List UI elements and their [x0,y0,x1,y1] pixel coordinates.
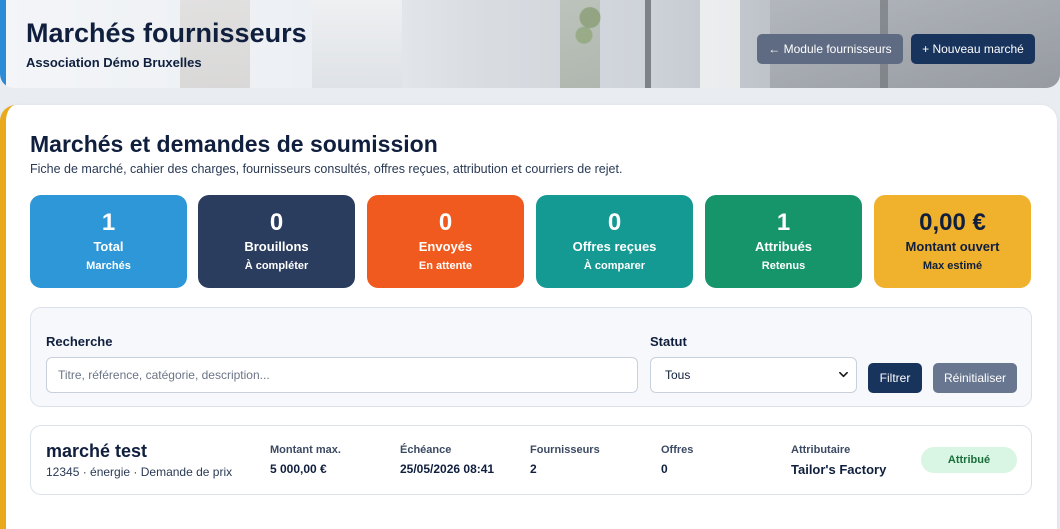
column-value: 2 [530,462,537,476]
market-name[interactable]: marché test [46,441,147,462]
markets-panel: Marchés et demandes de soumission Fiche … [0,105,1057,529]
page-title: Marchés fournisseurs [26,18,307,48]
status-badge: Attribué [921,447,1017,473]
stat-label: Attribués [754,239,813,254]
market-column-awardee: Attributaire Tailor's Factory [791,444,886,477]
stat-card-awarded: 1 Attribués Retenus [705,195,862,288]
stat-value: 0 [607,209,622,236]
filter-button[interactable]: Filtrer [868,363,922,393]
column-value: 5 000,00 € [270,462,327,476]
stat-label: Brouillons [244,239,309,254]
organization-name: Association Démo Bruxelles [26,55,202,70]
search-input[interactable] [46,357,638,393]
stat-value: 1 [101,209,116,236]
stat-label: Envoyés [418,239,473,254]
page-header: Marchés fournisseurs Association Démo Br… [0,0,1060,88]
stat-value: 0,00 € [919,209,986,236]
column-value: 25/05/2026 08:41 [400,462,495,476]
stat-label: Montant ouvert [905,239,1000,254]
column-header: Fournisseurs [530,444,600,456]
column-value: 0 [661,462,668,476]
stat-sublabel: Retenus [761,260,806,272]
stat-card-open-amount: 0,00 € Montant ouvert Max estimé [874,195,1031,288]
chevron-down-icon [839,371,848,378]
header-photo-backdrop [645,0,651,88]
filter-panel: Recherche Statut Tous Filtrer Réinitiali… [30,307,1032,407]
stat-sublabel: À compléter [244,260,309,272]
header-photo-backdrop [312,0,402,88]
header-photo-backdrop [575,0,605,88]
market-column-deadline: Échéance 25/05/2026 08:41 [400,444,494,476]
column-header: Échéance [400,444,452,456]
column-value: Tailor's Factory [791,462,887,477]
stat-card-offers-received: 0 Offres reçues À comparer [536,195,693,288]
stat-card-drafts: 0 Brouillons À compléter [198,195,355,288]
market-meta: 12345 · énergie · Demande de prix [46,465,233,479]
column-header: Offres [661,444,694,456]
header-accent-bar [0,0,6,88]
stat-value: 1 [776,209,791,236]
new-market-button[interactable]: + Nouveau marché [911,34,1035,64]
stat-card-total: 1 Total Marchés [30,195,187,288]
status-select-value: Tous [665,368,691,382]
stat-value: 0 [269,209,284,236]
supplier-module-button[interactable]: ← Module fournisseurs [757,34,903,64]
column-header: Montant max. [270,444,341,456]
status-label: Statut [650,334,687,349]
reset-button[interactable]: Réinitialiser [933,363,1017,393]
column-header: Attributaire [791,444,851,456]
stat-value: 0 [438,209,453,236]
section-title: Marchés et demandes de soumission [30,131,438,157]
stat-sublabel: À comparer [583,260,646,272]
stat-sublabel: En attente [418,260,473,272]
market-column-offers: Offres 0 [661,444,693,476]
status-select[interactable]: Tous [650,357,857,393]
stat-sublabel: Marchés [86,260,131,272]
stat-card-sent: 0 Envoyés En attente [367,195,524,288]
header-photo-backdrop [700,0,740,88]
stat-sublabel: Max estimé [922,260,983,272]
market-column-max-amount: Montant max. 5 000,00 € [270,444,341,476]
market-row[interactable]: marché test 12345 · énergie · Demande de… [30,425,1032,495]
stat-label: Offres reçues [572,239,657,254]
market-column-suppliers: Fournisseurs 2 [530,444,600,476]
stat-label: Total [93,239,124,254]
search-label: Recherche [46,334,113,349]
section-description: Fiche de marché, cahier des charges, fou… [30,162,623,176]
